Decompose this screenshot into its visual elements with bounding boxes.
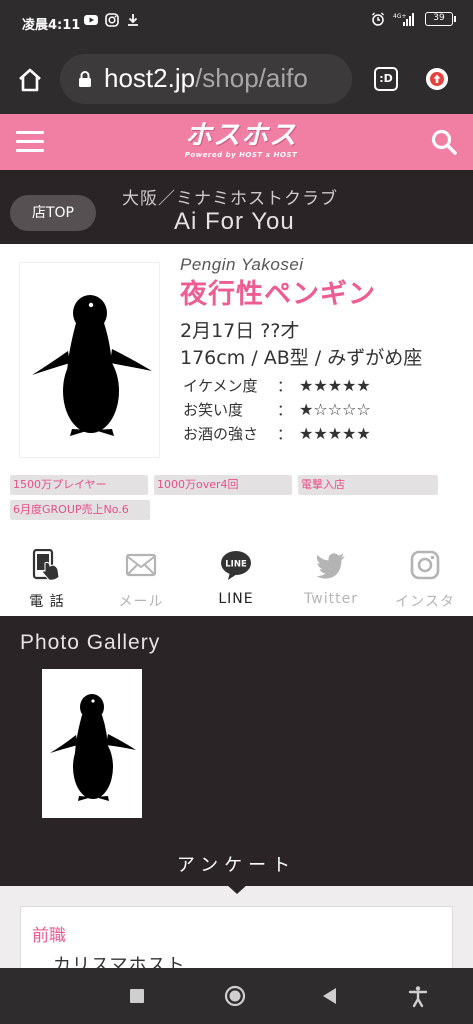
status-app-icons — [84, 13, 140, 27]
rating-colon: ： — [277, 377, 293, 395]
tag: 電撃入店 — [298, 475, 438, 495]
star-rating: ★☆☆☆☆ — [299, 400, 371, 419]
survey-arrow — [226, 884, 248, 894]
instagram-icon — [105, 13, 119, 27]
hamburger-menu-icon[interactable] — [16, 131, 44, 153]
survey-heading: アンケート — [176, 855, 297, 876]
rating-label: イケメン度 — [183, 377, 258, 395]
birthday-age: 2月17日 ??才 — [180, 320, 300, 342]
contact-label: Twitter — [304, 591, 358, 607]
home-nav-icon[interactable] — [223, 984, 247, 1008]
penguin-image — [32, 295, 152, 436]
alarm-icon — [372, 12, 384, 26]
profile-section: Pengin Yakosei 夜行性ペンギン 2月17日 ??才 176cm /… — [0, 244, 473, 616]
address-bar[interactable]: host2.jp/shop/aifo — [60, 54, 352, 104]
tabs-button[interactable]: :D — [374, 67, 398, 91]
shop-name: Ai For You — [174, 208, 295, 235]
profile-photo[interactable] — [20, 263, 159, 457]
shop-bar: 店TOP 大阪／ミナミホストクラブ Ai For You — [0, 170, 473, 244]
url-path: /shop/aifo — [195, 63, 308, 93]
gallery-title: Photo Gallery — [20, 631, 161, 654]
star-rating: ★★★★★ — [299, 424, 371, 443]
site-header: ホスホス Powered by HOST x HOST — [0, 114, 473, 170]
rating-label: お酒の強さ — [183, 425, 259, 443]
survey-question: 前職 — [32, 926, 66, 946]
logo-text: ホスホス — [185, 120, 297, 151]
line-icon: LINE — [221, 551, 251, 580]
browser-toolbar: host2.jp/shop/aifo :D — [0, 44, 473, 114]
download-icon — [128, 14, 138, 26]
rating-row-comedy: お笑い度 ： ★☆☆☆☆ — [183, 398, 371, 422]
contact-label: LINE — [218, 591, 254, 607]
contact-mail-button[interactable]: メール — [94, 544, 188, 616]
status-time: 凌晨4:11 — [22, 18, 81, 33]
contact-label: メール — [118, 594, 164, 610]
contact-line-button[interactable]: LINE LINE — [189, 544, 283, 616]
youtube-icon — [84, 15, 98, 25]
status-bar: 凌晨4:11 4G+ 39 — [0, 0, 473, 44]
height-blood-sign: 176cm / AB型 / みずがめ座 — [180, 347, 423, 369]
back-icon[interactable] — [318, 984, 342, 1008]
signal-icon: 4G+ — [393, 13, 414, 26]
site-logo[interactable]: ホスホス Powered by HOST x HOST — [166, 121, 316, 165]
rating-row-looks: イケメン度 ： ★★★★★ — [183, 374, 371, 398]
rating-colon: ： — [277, 425, 293, 443]
contact-phone-button[interactable]: 電 話 — [0, 544, 94, 616]
photo-gallery: Photo Gallery アンケート — [0, 616, 473, 894]
rating-label: お笑い度 — [183, 401, 244, 419]
contact-instagram-button[interactable]: インスタ — [378, 544, 472, 616]
svg-text:LINE: LINE — [225, 560, 247, 570]
update-icon[interactable] — [426, 68, 448, 90]
contact-label: インスタ — [395, 594, 455, 610]
phone-tap-icon — [32, 549, 60, 581]
home-icon[interactable] — [16, 66, 44, 94]
search-icon[interactable] — [430, 128, 458, 156]
lock-icon — [79, 71, 91, 87]
twitter-icon — [316, 553, 345, 579]
url-text: host2.jp/shop/aifo — [104, 63, 308, 94]
contact-label: 電 話 — [29, 594, 65, 610]
tag: 1500万プレイヤー — [10, 475, 148, 495]
instagram-icon — [410, 550, 440, 580]
status-system-icons: 4G+ 39 — [371, 12, 456, 26]
tag: 1000万over4回 — [154, 475, 292, 495]
ratings-list: イケメン度 ： ★★★★★ お笑い度 ： ★☆☆☆☆ お酒の強さ ： ★★★★★ — [183, 374, 371, 446]
penguin-image — [50, 694, 136, 801]
shop-top-button[interactable]: 店TOP — [10, 195, 96, 231]
svg-text:4G+: 4G+ — [393, 13, 407, 20]
android-nav-bar — [0, 968, 473, 1024]
gallery-photo[interactable] — [42, 669, 142, 818]
recent-apps-icon[interactable] — [125, 984, 149, 1008]
mail-icon — [125, 553, 157, 577]
star-rating: ★★★★★ — [299, 376, 371, 395]
rating-row-drinking: お酒の強さ ： ★★★★★ — [183, 422, 371, 446]
accessibility-icon[interactable] — [406, 984, 430, 1008]
contact-buttons: 電 話 メール LINE LINE Twitter インスタ — [0, 544, 473, 616]
contact-twitter-button[interactable]: Twitter — [284, 544, 378, 616]
battery-icon: 39 — [425, 12, 456, 26]
survey-section: 前職 カリスマホスト — [0, 886, 473, 986]
rating-colon: ： — [277, 401, 293, 419]
tag: 6月度GROUP売上No.6 — [10, 500, 150, 520]
shop-area: 大阪／ミナミホストクラブ — [122, 189, 338, 209]
url-host: host2.jp — [104, 63, 196, 93]
name-japanese: 夜行性ペンギン — [180, 279, 376, 310]
logo-subtext: Powered by HOST x HOST — [184, 151, 298, 159]
